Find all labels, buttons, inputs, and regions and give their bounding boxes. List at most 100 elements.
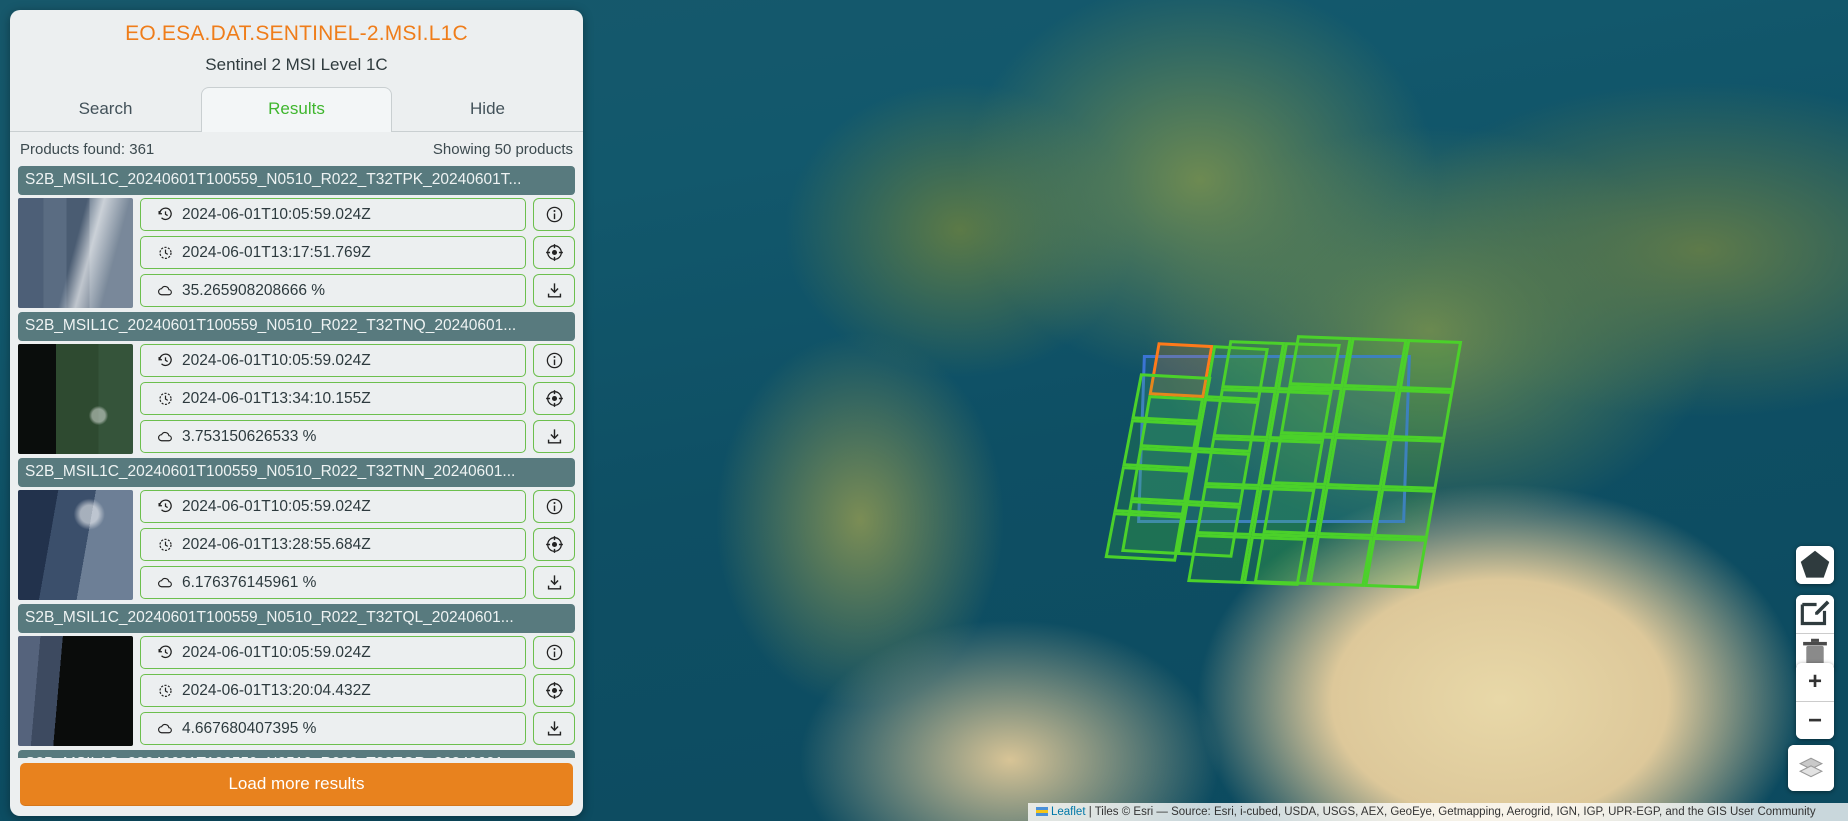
product-thumbnail[interactable] [18,198,133,308]
tile-cell[interactable] [1334,386,1399,439]
tab-search[interactable]: Search [10,87,201,131]
tab-hide[interactable]: Hide [392,87,583,131]
product-title[interactable]: S2B_MSIL1C_20240601T100559_N0510_R022_T3… [18,604,575,633]
product-body: 2024-06-01T10:05:59.024Z 2024-06-01T13:1… [18,195,575,312]
tile-cell[interactable] [1308,535,1373,587]
results-summary: Products found: 361 Showing 50 products [10,132,583,166]
product-title[interactable]: S2B_MSIL1C_20240601T100559_N0510_R022_T3… [18,458,575,487]
tile-cell[interactable] [1221,340,1286,391]
tile-cell[interactable] [1262,483,1327,536]
download-button[interactable] [533,566,575,599]
product-thumbnail[interactable] [18,636,133,746]
tile-cell[interactable] [1113,465,1194,516]
tile-cell[interactable] [1288,335,1353,387]
attribution-separator: | [1085,806,1095,818]
list-item: S2B_MSIL1C_20240601T100559_N0510_R022_T3… [18,750,575,758]
product-title[interactable]: S2B_MSIL1C_20240601T100559_N0510_R022_T3… [18,750,575,758]
product-actions [533,344,575,454]
tile-cell[interactable] [1381,438,1445,490]
download-button[interactable] [533,420,575,453]
download-button[interactable] [533,274,575,307]
tile-cell[interactable] [1343,337,1408,389]
info-button[interactable] [533,490,575,523]
publication-time-field: 2024-06-01T13:28:55.684Z [140,528,526,561]
tile-cell[interactable] [1363,537,1428,589]
list-item: S2B_MSIL1C_20240601T100559_N0510_R022_T3… [18,604,575,750]
product-actions [533,490,575,600]
cloud-icon [158,723,172,734]
product-title[interactable]: S2B_MSIL1C_20240601T100559_N0510_R022_T3… [18,166,575,195]
collection-id: EO.ESA.DAT.SENTINEL-2.MSI.L1C [125,22,468,45]
product-fields: 2024-06-01T10:05:59.024Z 2024-06-01T13:2… [140,636,526,746]
product-fields: 2024-06-01T10:05:59.024Z 2024-06-01T13:3… [140,344,526,454]
zoom-in-button[interactable]: + [1796,663,1834,701]
info-button[interactable] [533,636,575,669]
info-button[interactable] [533,198,575,231]
products-found-label: Products found: 361 [20,141,155,158]
history-clock-icon [158,499,172,513]
download-icon [547,575,561,590]
publication-time-field: 2024-06-01T13:17:51.769Z [140,236,526,269]
draw-polygon-button[interactable] [1796,546,1834,584]
draw-control-group[interactable] [1796,546,1834,584]
tile-cell[interactable] [1279,384,1344,437]
tile-cell[interactable] [1187,533,1252,584]
layers-control-group[interactable] [1788,745,1834,791]
edit-control-group[interactable] [1796,595,1834,671]
publication-time-value: 2024-06-01T13:17:51.769Z [182,243,371,261]
cloud-cover-value: 4.667680407395 % [182,719,317,737]
publication-time-value: 2024-06-01T13:20:04.432Z [182,681,371,699]
publication-time-field: 2024-06-01T13:34:10.155Z [140,382,526,415]
locate-button[interactable] [533,528,575,561]
history-clock-icon [158,207,172,221]
zoom-control-group[interactable]: + − [1796,663,1834,739]
leaflet-link[interactable]: Leaflet [1051,806,1086,818]
locate-button[interactable] [533,674,575,707]
leaflet-flag-icon [1036,807,1048,816]
search-results-panel: EO.ESA.DAT.SENTINEL-2.MSI.L1C Sentinel 2… [10,10,583,816]
tile-cell[interactable] [1122,419,1203,470]
edit-square-icon [1800,600,1830,626]
tile-cell[interactable] [1195,485,1260,536]
load-more-button[interactable]: Load more results [20,763,573,806]
layers-button[interactable] [1788,745,1834,791]
clock-icon [159,684,172,697]
list-item: S2B_MSIL1C_20240601T100559_N0510_R022_T3… [18,312,575,458]
sensing-time-field: 2024-06-01T10:05:59.024Z [140,344,526,377]
tile-cell[interactable] [1104,511,1185,562]
results-list[interactable]: S2B_MSIL1C_20240601T100559_N0510_R022_T3… [10,166,583,758]
tile-cell[interactable] [1317,485,1382,538]
product-thumbnail[interactable] [18,490,133,600]
cloud-cover-field: 35.265908208666 % [140,274,526,307]
product-title[interactable]: S2B_MSIL1C_20240601T100559_N0510_R022_T3… [18,312,575,341]
crosshair-icon [545,536,563,553]
tile-cell[interactable] [1271,434,1335,486]
product-fields: 2024-06-01T10:05:59.024Z 2024-06-01T13:2… [140,490,526,600]
zoom-out-button[interactable]: − [1796,701,1834,739]
panel-header: EO.ESA.DAT.SENTINEL-2.MSI.L1C Sentinel 2… [10,10,583,75]
locate-button[interactable] [533,236,575,269]
history-clock-icon [158,645,172,659]
info-button[interactable] [533,344,575,377]
tile-cell[interactable] [1389,388,1454,441]
crosshair-icon [545,244,563,261]
tab-results[interactable]: Results [201,87,392,132]
tile-cell[interactable] [1398,339,1463,391]
product-thumbnail[interactable] [18,344,133,454]
publication-time-value: 2024-06-01T13:28:55.684Z [182,535,371,553]
showing-products-label: Showing 50 products [432,141,573,158]
tile-cell[interactable] [1326,436,1390,488]
edit-shape-button[interactable] [1796,595,1834,633]
download-button[interactable] [533,712,575,745]
cloud-cover-field: 4.667680407395 % [140,712,526,745]
tile-cell[interactable] [1372,487,1437,540]
tile-cell[interactable] [1204,436,1269,488]
publication-time-field: 2024-06-01T13:20:04.432Z [140,674,526,707]
locate-button[interactable] [533,382,575,415]
panel-tabs: Search Results Hide [10,87,583,132]
sensing-time-field: 2024-06-01T10:05:59.024Z [140,198,526,231]
tile-cell[interactable] [1212,388,1277,439]
tile-cell[interactable] [1131,373,1212,424]
tile-cell[interactable] [1253,533,1318,585]
product-actions [533,636,575,746]
